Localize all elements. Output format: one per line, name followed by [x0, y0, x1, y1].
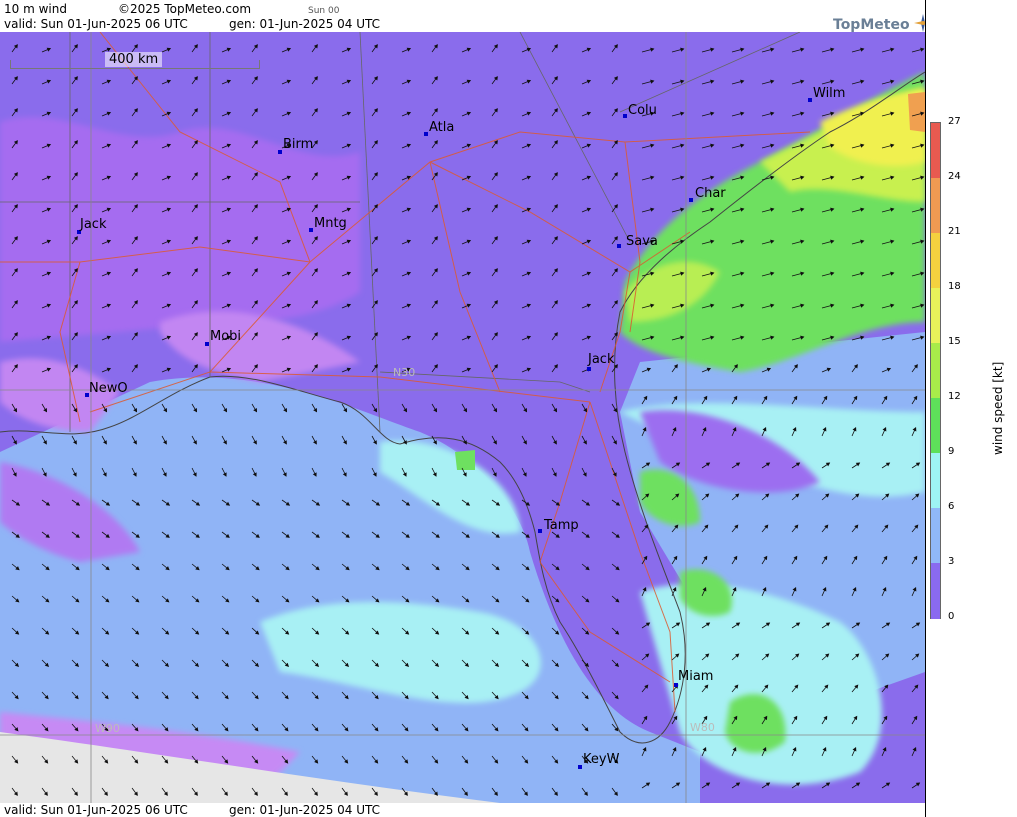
city-marker [617, 244, 621, 248]
city-marker [689, 198, 693, 202]
colorbar-tick-label: 21 [948, 226, 961, 237]
product-title: 10 m wind [4, 2, 67, 16]
city-label: Mobi [210, 329, 241, 344]
city-label: Sava [626, 234, 658, 249]
city-marker [309, 228, 313, 232]
city-label: Jack [79, 217, 107, 232]
copyright: ©2025 TopMeteo.com [118, 2, 252, 16]
scale-bar-label: 400 km [105, 52, 163, 67]
city-marker [587, 367, 591, 371]
colorbar-tick-label: 3 [948, 556, 955, 567]
longitude-label: W90 [95, 722, 120, 735]
footer-valid: valid: Sun 01-Jun-2025 06 UTC [4, 803, 188, 817]
valid-time: valid: Sun 01-Jun-2025 06 UTC [4, 17, 188, 31]
colorbar-segment [931, 563, 940, 619]
logo-text: TopMeteo [833, 17, 910, 33]
colorbar-tick-label: 18 [948, 281, 961, 292]
city-label: Tamp [543, 518, 579, 533]
city-marker [578, 765, 582, 769]
generated-time: gen: 01-Jun-2025 04 UTC [229, 17, 381, 31]
colorbar-tick-label: 15 [948, 336, 961, 347]
city-label: Char [695, 186, 726, 201]
colorbar-segment [931, 508, 940, 564]
topmeteo-logo: TopMeteo [833, 14, 933, 33]
model-run: Sun 00 [308, 6, 340, 16]
footer-gen: gen: 01-Jun-2025 04 UTC [229, 803, 381, 817]
colorbar-segment [931, 178, 940, 234]
colorbar-segment [931, 453, 940, 509]
colorbar-segment [931, 123, 940, 179]
map-canvas: Birm Atla Colu Wilm Jack Mntg Char Sava … [0, 32, 925, 803]
city-marker [538, 529, 542, 533]
city-label: NewO [89, 381, 128, 396]
colorbar-tick-label: 12 [948, 391, 961, 402]
colorbar [930, 122, 941, 619]
latitude-label: N30 [393, 366, 415, 379]
city-marker [424, 132, 428, 136]
footer-generated-time: gen: 01-Jun-2025 04 UTC [229, 803, 380, 817]
city-label: Jack [587, 352, 615, 367]
city-label: Wilm [813, 86, 845, 101]
city-marker [205, 342, 209, 346]
colorbar-segment [931, 233, 940, 289]
colorbar-segment [931, 398, 940, 454]
city-label: Atla [429, 120, 454, 135]
city-label: Miam [678, 669, 713, 684]
colorbar-tick-label: 0 [948, 611, 955, 622]
colorbar-tick-label: 6 [948, 501, 955, 512]
footer-valid-time: valid: Sun 01-Jun-2025 06 UTC [4, 803, 188, 817]
city-marker [278, 150, 282, 154]
colorbar-legend: 27 24 21 18 15 12 9 6 3 0 wind speed [kt] [925, 0, 1017, 817]
colorbar-tick-label: 24 [948, 171, 961, 182]
city-label: Colu [628, 103, 657, 118]
colorbar-title: wind speed [kt] [991, 361, 1005, 455]
colorbar-tick-label: 9 [948, 446, 955, 457]
city-label: KeyW [583, 752, 620, 767]
city-marker [623, 114, 627, 118]
city-marker [808, 98, 812, 102]
colorbar-segment [931, 288, 940, 344]
colorbar-segment [931, 343, 940, 399]
city-label: Birm [283, 137, 313, 152]
colorbar-tick-label: 27 [948, 116, 961, 127]
wind-map[interactable]: Birm Atla Colu Wilm Jack Mntg Char Sava … [0, 32, 925, 803]
longitude-label: W80 [690, 721, 715, 734]
city-label: Mntg [314, 216, 347, 231]
